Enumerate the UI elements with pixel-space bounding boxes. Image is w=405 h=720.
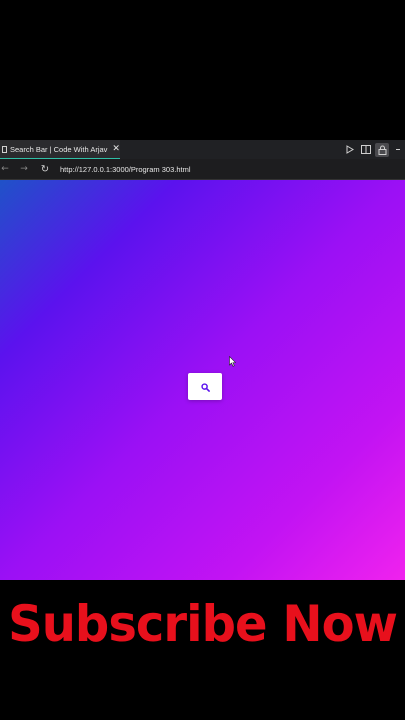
address-bar: ← → ↻ http://127.0.0.1:3000/Program 303.… <box>0 159 405 180</box>
back-icon[interactable]: ← <box>0 159 10 179</box>
page-viewport <box>0 180 405 580</box>
search-button[interactable] <box>188 373 222 400</box>
reload-icon[interactable]: ↻ <box>38 159 52 179</box>
subscribe-banner: Subscribe Now <box>8 595 398 653</box>
forward-icon[interactable]: → <box>16 159 32 179</box>
search-icon <box>200 377 210 396</box>
video-frame: Search Bar | Code With Arjav ✕ ← → ↻ htt… <box>0 0 405 720</box>
url-field[interactable]: http://127.0.0.1:3000/Program 303.html <box>60 165 191 174</box>
tab-title: Search Bar | Code With Arjav <box>10 144 108 154</box>
run-icon[interactable] <box>343 143 357 157</box>
tab-bar-tools <box>341 140 405 159</box>
split-editor-icon[interactable] <box>359 143 373 157</box>
file-icon <box>2 145 7 153</box>
more-icon[interactable] <box>391 143 405 157</box>
tab-bar: Search Bar | Code With Arjav ✕ <box>0 140 405 159</box>
tab-close-icon[interactable]: ✕ <box>112 144 120 154</box>
mouse-cursor-icon <box>229 352 237 371</box>
lock-icon[interactable] <box>375 142 389 157</box>
browser-tab[interactable]: Search Bar | Code With Arjav ✕ <box>0 140 120 159</box>
